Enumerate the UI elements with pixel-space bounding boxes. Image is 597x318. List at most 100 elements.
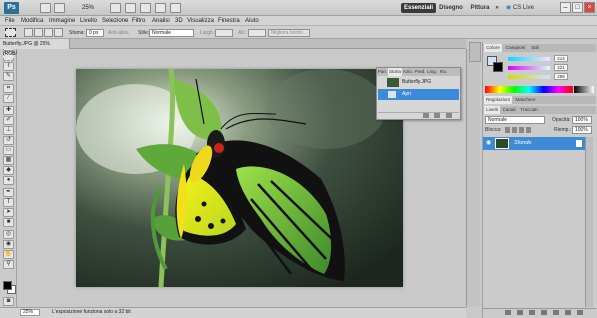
tab-ra[interactable]: Ra. [438,68,449,76]
new-document-icon[interactable] [434,113,440,118]
3d-rotate-icon[interactable]: ◎ [3,230,14,239]
adjustment-layer-icon[interactable] [541,310,547,315]
tab-campioni[interactable]: Campioni [503,44,528,52]
close-button[interactable]: × [584,2,595,13]
color-bg-swatch[interactable] [493,62,503,72]
collapsed-panel-icon[interactable] [469,42,481,62]
brush-tool-icon[interactable]: ✐ [3,116,14,125]
status-zoom-field[interactable]: 25% [20,309,40,316]
layer-style-icon[interactable] [517,310,523,315]
new-snapshot-icon[interactable] [423,113,429,118]
zoom-level[interactable]: 25% [82,3,94,13]
new-layer-icon[interactable] [565,310,571,315]
menu-aiuto[interactable]: Aiuto [245,16,259,26]
workspace-paint[interactable]: Pittura [468,3,492,13]
add-selection-icon[interactable] [34,28,43,37]
workspace-essentials[interactable]: Essenziali [401,3,436,13]
tab-ling[interactable]: Ling. [426,68,438,76]
zoom-icon[interactable]: ⚲ [3,260,14,269]
quick-mask-icon[interactable]: ◙ [3,297,14,306]
tab-stili[interactable]: Stili [528,44,542,52]
tab-regolazioni[interactable]: Regolazioni [484,96,512,104]
link-layers-icon[interactable] [505,310,511,315]
opacity-input[interactable]: 100% [572,116,592,124]
lock-icons[interactable] [505,127,531,133]
tab-livelli[interactable]: Livelli [484,106,500,114]
delete-layer-icon[interactable] [577,310,583,315]
spot-healing-icon[interactable]: ✚ [3,106,14,115]
tab-canali[interactable]: Canali [501,106,517,114]
minimize-button[interactable]: – [560,2,571,13]
width-input[interactable] [215,29,233,37]
eyedropper-icon[interactable]: ⁄ [3,94,14,103]
tab-presets[interactable]: Pred. [414,68,426,76]
tab-pan[interactable]: Pan. [377,68,388,76]
menu-analisi[interactable]: Analisi [152,16,170,26]
rotate-view-icon[interactable] [140,3,151,13]
color-spectrum[interactable] [485,86,573,93]
workspace-design[interactable]: Disegno [438,3,464,13]
antialias-checkbox[interactable]: Anti-alias [108,29,129,37]
new-selection-icon[interactable] [24,28,33,37]
workspace-more[interactable]: » [493,3,501,13]
blur-tool-icon[interactable]: ◆ [3,166,14,175]
menu-livello[interactable]: Livello [80,16,97,26]
blend-mode-select[interactable]: Normale [485,116,545,124]
type-tool-icon[interactable]: T [3,198,14,207]
tab-maschere[interactable]: Maschere [513,96,538,104]
tab-colore[interactable]: Colore [484,44,502,52]
layer-mask-icon[interactable] [529,310,535,315]
menu-3d[interactable]: 3D [175,16,183,26]
history-brush-icon[interactable]: ↺ [3,136,14,145]
tab-tracciati[interactable]: Tracciati [518,106,540,114]
history-snapshot[interactable]: Butterfly.JPG [378,77,459,88]
foreground-color-swatch[interactable] [3,281,12,290]
eraser-tool-icon[interactable]: ▭ [3,146,14,155]
menu-visualizza[interactable]: Visualizza [187,16,214,26]
vertical-scrollbar[interactable] [466,49,480,307]
intersect-selection-icon[interactable] [54,28,63,37]
layers-scrollbar[interactable] [585,137,593,307]
green-value[interactable]: 221 [554,64,568,71]
marquee-preset-icon[interactable] [5,28,16,37]
arrange-documents-icon[interactable] [155,3,166,13]
butterfly-photo[interactable] [76,69,403,287]
gradient-tool-icon[interactable]: ▦ [3,156,14,165]
document-tab[interactable]: Butterfly.JPG @ 25% (RGB/8) × [0,39,70,57]
subtract-selection-icon[interactable] [44,28,53,37]
group-layers-icon[interactable] [553,310,559,315]
shape-tool-icon[interactable]: ■ [3,218,14,227]
red-slider[interactable] [508,57,550,61]
tab-actions[interactable]: Azio. [402,68,414,76]
menu-filtro[interactable]: Filtro [132,16,145,26]
crop-tool-icon[interactable]: ⌗ [3,84,14,93]
red-value[interactable]: 214 [554,55,568,62]
quick-selection-icon[interactable]: ✎ [3,72,14,81]
screen-mode-icon[interactable] [170,3,181,13]
menu-file[interactable]: File [5,16,15,26]
refine-edge-button[interactable]: Migliora bordo... [268,29,310,37]
trash-icon[interactable] [446,113,452,118]
grayscale-ramp[interactable] [574,86,594,93]
clone-stamp-icon[interactable]: ⊥ [3,126,14,135]
blue-slider[interactable] [508,75,550,79]
menu-finestra[interactable]: Finestra [218,16,240,26]
green-slider[interactable] [508,66,550,70]
hand-tool-icon[interactable] [110,3,121,13]
fill-input[interactable]: 100% [572,126,592,134]
eye-visibility-icon[interactable]: ◉ [486,140,492,146]
bridge-icon[interactable] [40,3,51,13]
3d-orbit-icon[interactable]: ◉ [3,240,14,249]
cs-live-button[interactable]: ◉ CS Live [506,3,534,13]
style-select[interactable]: Normale [149,29,194,37]
tab-history[interactable]: Storia [388,68,402,76]
height-input[interactable] [248,29,266,37]
dodge-tool-icon[interactable]: ● [3,176,14,185]
lasso-tool-icon[interactable]: ℓ [3,62,14,71]
path-selection-icon[interactable]: ➤ [3,208,14,217]
mini-bridge-icon[interactable] [54,3,65,13]
pen-tool-icon[interactable]: ✒ [3,188,14,197]
layer-name[interactable]: Sfondo [514,138,531,149]
blue-value[interactable]: 255 [554,73,568,80]
menu-selezione[interactable]: Selezione [102,16,128,26]
